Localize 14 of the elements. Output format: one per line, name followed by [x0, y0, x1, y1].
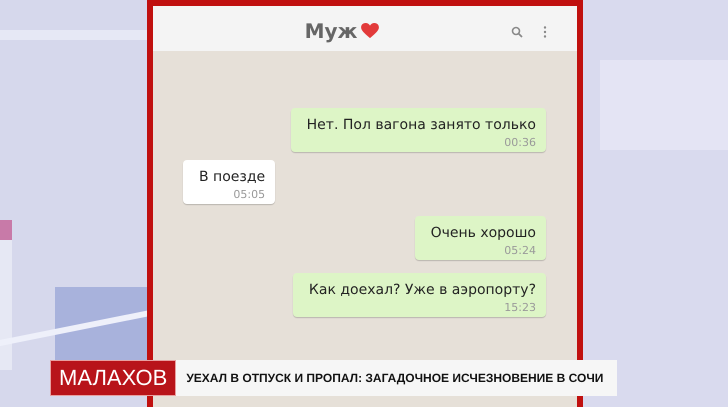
message-text: Нет. Пол вагона занято только	[306, 117, 536, 133]
contact-name: Муж	[304, 19, 358, 43]
message-time: 15:23	[504, 301, 536, 314]
message-text: Очень хорошо	[430, 225, 536, 241]
search-icon[interactable]	[511, 26, 523, 38]
message-text: Как доехал? Уже в аэропорту?	[308, 282, 536, 298]
message-time: 00:36	[504, 136, 536, 149]
menu-icon[interactable]	[543, 26, 547, 38]
show-title: МАЛАХОВ	[50, 360, 176, 396]
heart-icon	[361, 23, 380, 39]
message-time: 05:05	[233, 188, 266, 201]
message-text: В поезде	[199, 169, 266, 185]
headline: УЕХАЛ В ОТПУСК И ПРОПАЛ: ЗАГАДОЧНОЕ ИСЧЕЗНОВЕНИЕ В СОЧИ	[176, 360, 618, 396]
message-time: 05:24	[504, 244, 536, 257]
